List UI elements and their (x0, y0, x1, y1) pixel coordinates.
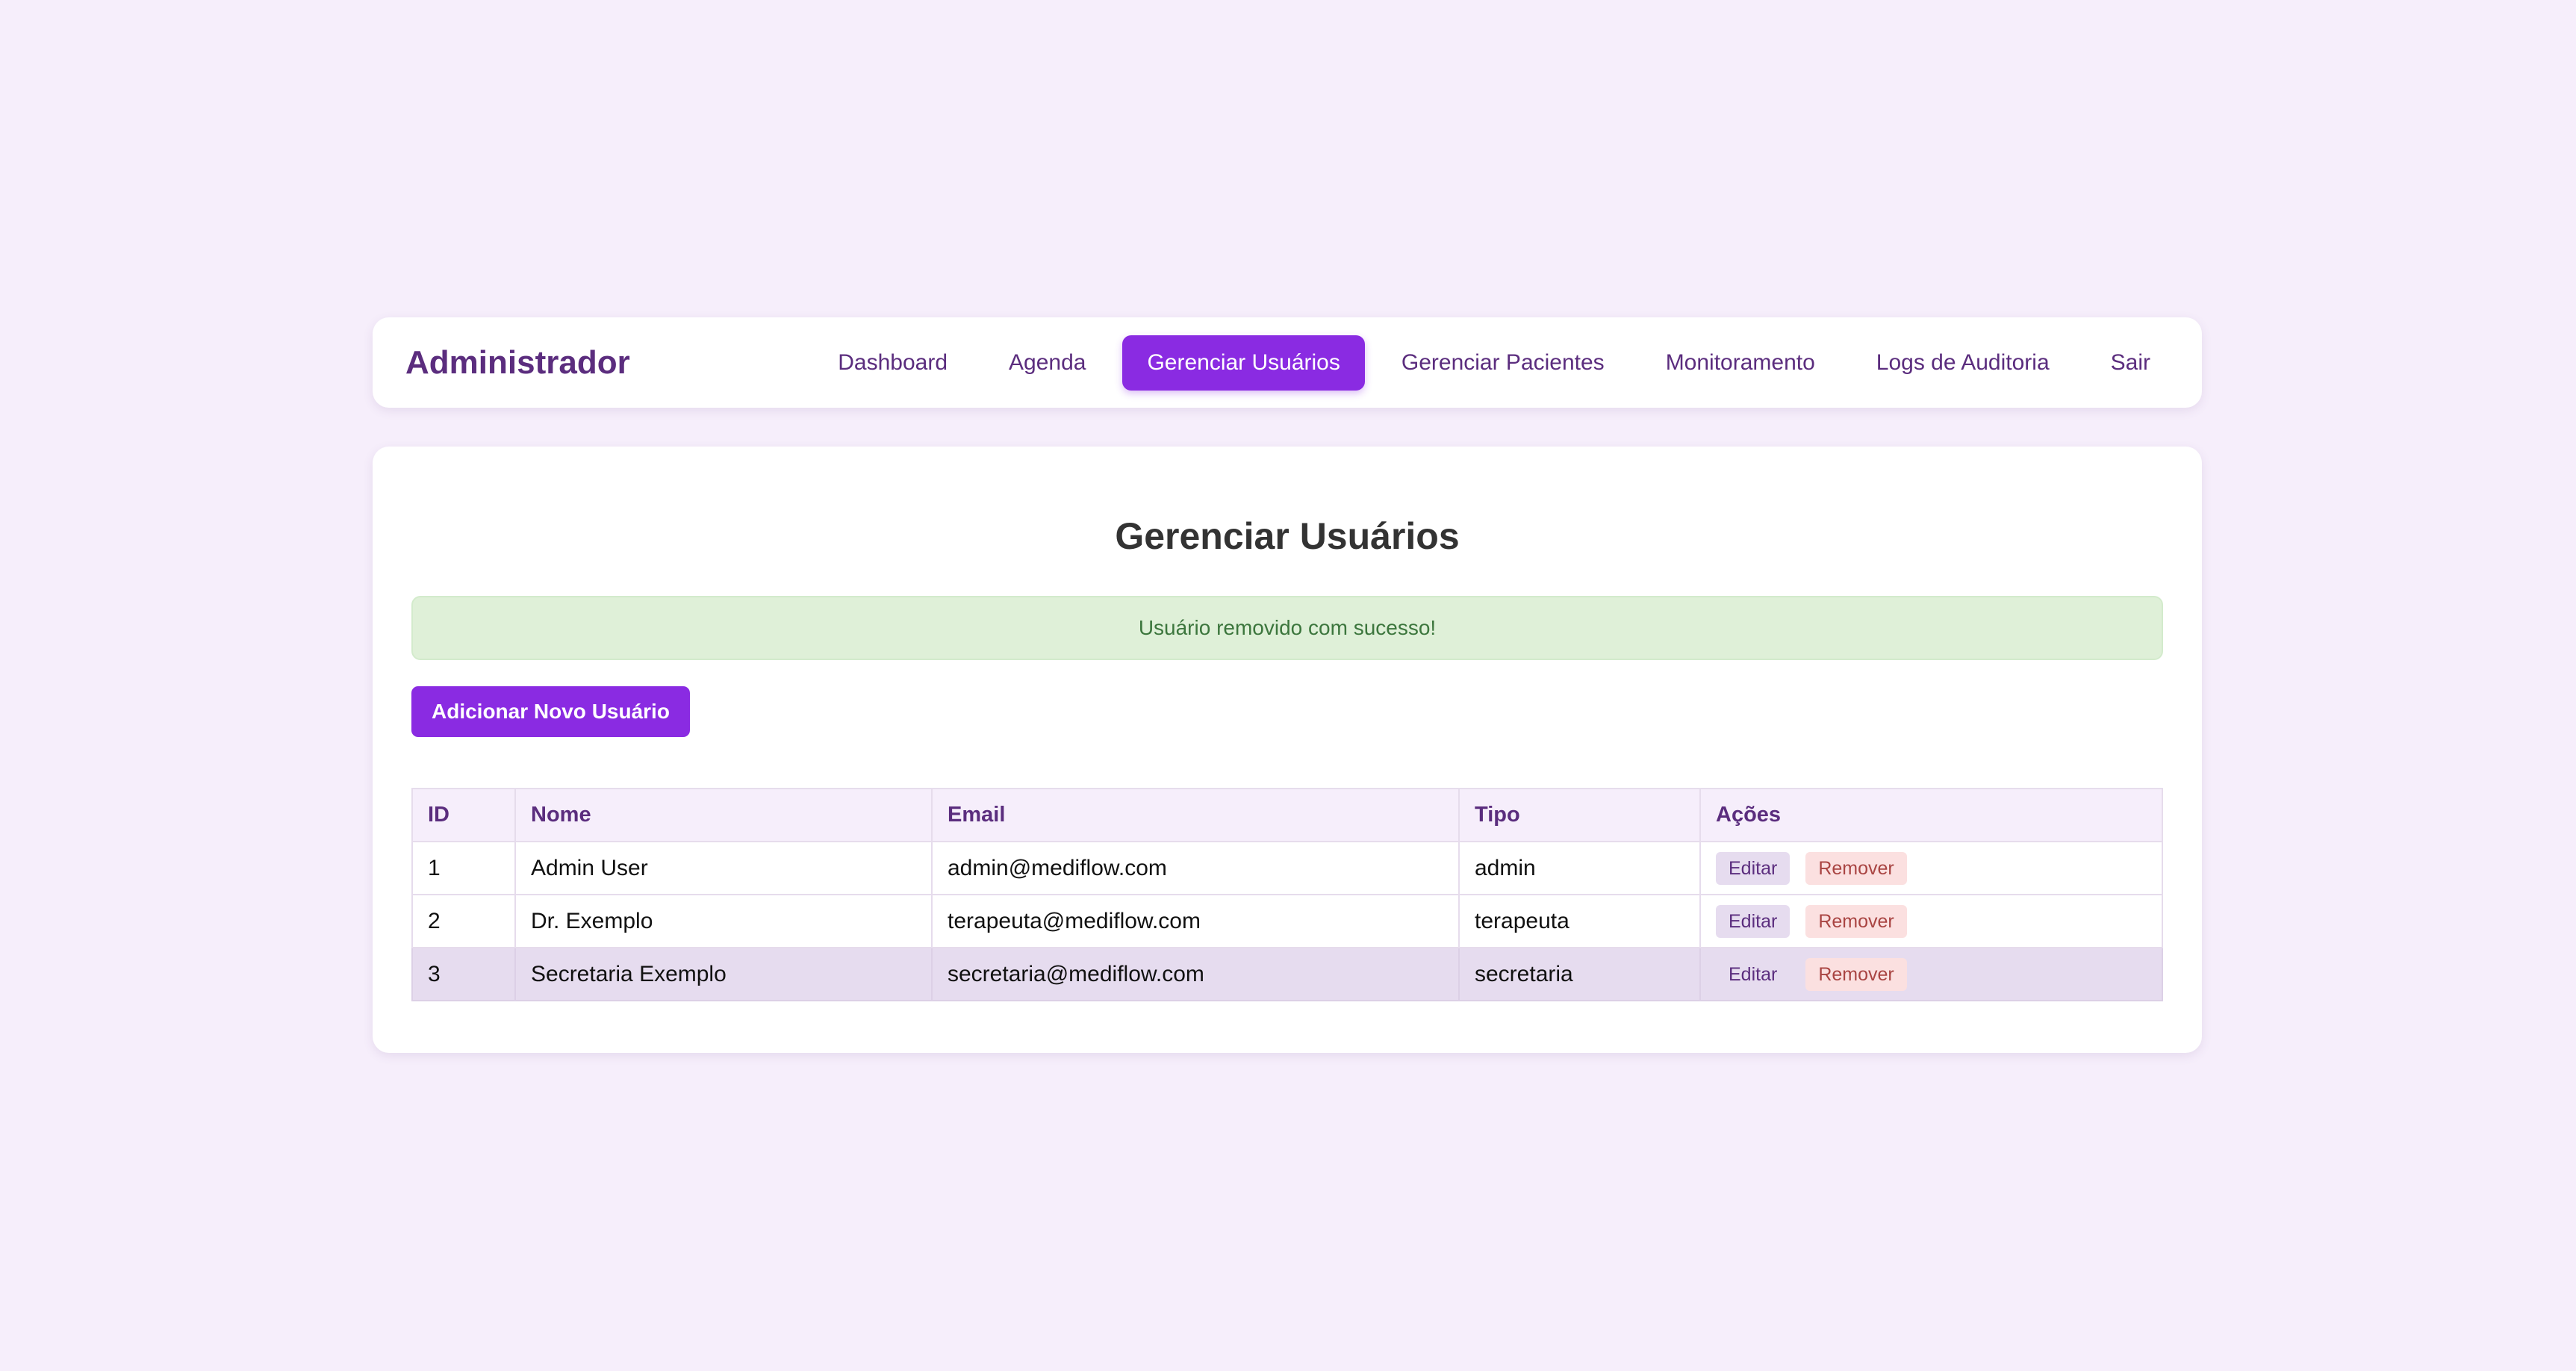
cell-email: admin@mediflow.com (931, 841, 1460, 895)
nav-links: Dashboard Agenda Gerenciar Usuários Gere… (801, 335, 2175, 391)
add-user-button[interactable]: Adicionar Novo Usuário (411, 686, 690, 737)
column-header-email: Email (931, 788, 1460, 842)
edit-user-button[interactable]: Editar (1716, 904, 1791, 938)
table-row-hovered: 3 Secretaria Exemplo secretaria@mediflow… (411, 947, 2163, 1001)
cell-nome: Secretaria Exemplo (514, 947, 933, 1001)
users-table: ID Nome Email Tipo Ações 1 Admin User ad… (411, 788, 2163, 1001)
top-navbar: Administrador Dashboard Agenda Gerenciar… (373, 317, 2202, 408)
remove-user-button[interactable]: Remover (1805, 851, 1907, 885)
brand-title: Administrador (405, 343, 630, 381)
column-header-id: ID (411, 788, 516, 842)
nav-link-agenda[interactable]: Agenda (984, 335, 1110, 391)
remove-user-button[interactable]: Remover (1805, 904, 1907, 938)
column-header-nome: Nome (514, 788, 933, 842)
success-alert: Usuário removido com sucesso! (411, 596, 2163, 660)
nav-link-gerenciar-usuarios[interactable]: Gerenciar Usuários (1122, 335, 1365, 391)
nav-link-gerenciar-pacientes[interactable]: Gerenciar Pacientes (1377, 335, 1629, 391)
table-header-row: ID Nome Email Tipo Ações (411, 788, 2163, 842)
edit-user-button[interactable]: Editar (1716, 851, 1791, 885)
cell-acoes: Editar Remover (1699, 841, 2163, 895)
column-header-tipo: Tipo (1458, 788, 1701, 842)
main-card: Gerenciar Usuários Usuário removido com … (373, 447, 2202, 1053)
cell-acoes: Editar Remover (1699, 947, 2163, 1001)
nav-link-logs-auditoria[interactable]: Logs de Auditoria (1852, 335, 2074, 391)
remove-user-button[interactable]: Remover (1805, 957, 1907, 991)
cell-tipo: admin (1458, 841, 1701, 895)
cell-tipo: secretaria (1458, 947, 1701, 1001)
cell-id: 1 (411, 841, 516, 895)
nav-link-dashboard[interactable]: Dashboard (813, 335, 972, 391)
cell-id: 2 (411, 894, 516, 948)
nav-link-sair[interactable]: Sair (2086, 335, 2175, 391)
table-header: ID Nome Email Tipo Ações (411, 788, 2163, 842)
column-header-acoes: Ações (1699, 788, 2163, 842)
nav-link-monitoramento[interactable]: Monitoramento (1641, 335, 1840, 391)
cell-tipo: terapeuta (1458, 894, 1701, 948)
success-alert-text: Usuário removido com sucesso! (1138, 616, 1437, 639)
cell-email: secretaria@mediflow.com (931, 947, 1460, 1001)
table-row: 2 Dr. Exemplo terapeuta@mediflow.com ter… (411, 894, 2163, 948)
edit-user-button[interactable]: Editar (1716, 958, 1790, 991)
cell-nome: Dr. Exemplo (514, 894, 933, 948)
page-title: Gerenciar Usuários (1115, 515, 1460, 557)
table-row: 1 Admin User admin@mediflow.com admin Ed… (411, 841, 2163, 895)
cell-id: 3 (411, 947, 516, 1001)
cell-acoes: Editar Remover (1699, 894, 2163, 948)
cell-email: terapeuta@mediflow.com (931, 894, 1460, 948)
cell-nome: Admin User (514, 841, 933, 895)
